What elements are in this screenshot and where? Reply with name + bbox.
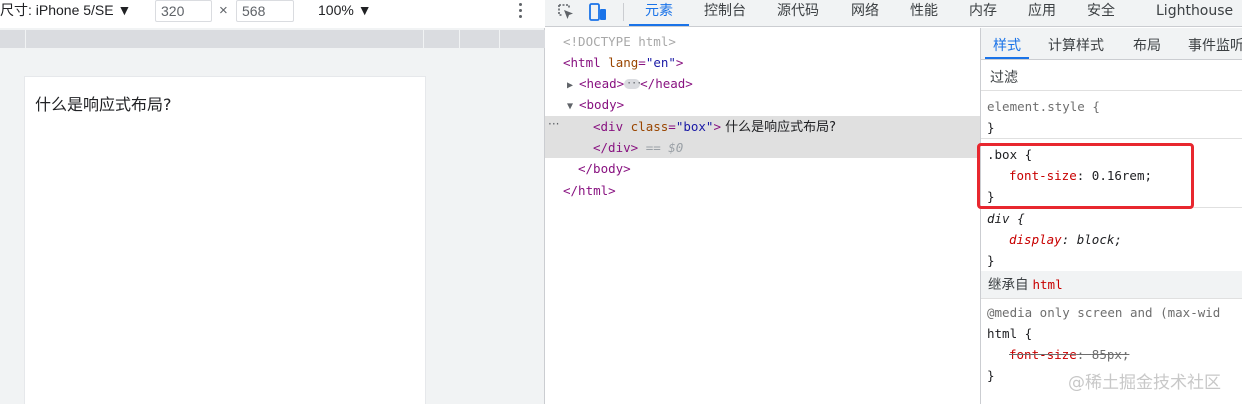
device-select[interactable]: 尺寸: iPhone 5/SE ▼: [0, 0, 131, 22]
subtab-styles[interactable]: 样式: [993, 35, 1021, 55]
rule-box[interactable]: .box { font-size: 0.16rem; }: [981, 144, 1242, 208]
emulated-viewport[interactable]: 什么是响应式布局?: [24, 76, 426, 404]
collapse-triangle-icon[interactable]: ▼: [567, 96, 579, 117]
dimension-separator: ×: [219, 2, 228, 19]
tab-divider: [623, 3, 624, 21]
ruler-segment[interactable]: [25, 30, 26, 48]
tab-performance[interactable]: 性能: [910, 0, 938, 26]
more-options-icon[interactable]: [513, 0, 527, 20]
tab-security[interactable]: 安全: [1087, 0, 1115, 26]
devtools-tab-bar: 元素 控制台 源代码 网络 性能 内存 应用 安全 Lighthouse: [545, 0, 1242, 27]
dom-node-div-box[interactable]: <div class="box"> 什么是响应式布局?: [545, 116, 980, 137]
tab-network[interactable]: 网络: [851, 0, 879, 26]
active-tab-indicator: [629, 24, 689, 26]
styles-sidebar: 样式 计算样式 布局 事件监听 过滤 element.style { } .bo…: [980, 28, 1242, 404]
ruler-segment[interactable]: [459, 30, 460, 48]
declaration-display[interactable]: display: block;: [981, 229, 1242, 250]
dom-node-head[interactable]: ▶<head></head>: [545, 73, 980, 94]
tab-memory[interactable]: 内存: [969, 0, 997, 26]
dom-node-html-close[interactable]: </html>: [545, 180, 980, 201]
dom-node-body-close[interactable]: </body>: [545, 158, 980, 179]
dom-node-body[interactable]: ▼ <body>: [545, 94, 980, 115]
height-input[interactable]: 568: [236, 0, 294, 22]
dom-node-doctype[interactable]: <!DOCTYPE html>: [545, 31, 980, 52]
subtab-layout[interactable]: 布局: [1133, 35, 1161, 55]
inherited-element-link[interactable]: html: [1033, 277, 1063, 292]
active-subtab-indicator: [985, 57, 1029, 59]
dom-node-div-close[interactable]: </div> == $0: [545, 137, 980, 158]
subtab-event-listeners[interactable]: 事件监听: [1188, 35, 1242, 55]
declaration-font-size[interactable]: font-size: 0.16rem;: [981, 165, 1242, 186]
zoom-select[interactable]: 100% ▼: [318, 0, 372, 20]
ruler-segment[interactable]: [499, 30, 500, 48]
ruler-segment[interactable]: [423, 30, 424, 48]
tab-lighthouse[interactable]: Lighthouse: [1156, 0, 1233, 26]
inherited-from-header: 继承自 html: [981, 271, 1242, 299]
tab-elements[interactable]: 元素: [645, 0, 673, 26]
inspect-element-icon[interactable]: [555, 1, 577, 23]
media-query-ruler[interactable]: [0, 30, 545, 48]
expand-triangle-icon[interactable]: ▶: [567, 75, 579, 96]
elements-tree: <!DOCTYPE html> <html lang="en"> ▶ <head>…: [545, 28, 980, 404]
declaration-overridden-font-size[interactable]: font-size: 85px;: [981, 344, 1242, 365]
device-toolbar: 尺寸: iPhone 5/SE ▼ 320 × 568 100% ▼: [0, 0, 545, 28]
rule-element-style[interactable]: element.style { }: [981, 96, 1242, 139]
device-emulation-pane: 尺寸: iPhone 5/SE ▼ 320 × 568 100% ▼ 什么是响应…: [0, 0, 545, 404]
dom-node-html[interactable]: <html lang="en">: [545, 52, 980, 73]
width-input[interactable]: 320: [155, 0, 212, 22]
subtab-computed[interactable]: 计算样式: [1048, 35, 1104, 55]
collapsed-children-icon[interactable]: [624, 73, 641, 94]
styles-sub-tabs: 样式 计算样式 布局 事件监听: [981, 28, 1242, 60]
device-toolbar-icon[interactable]: [587, 1, 609, 23]
styles-filter-input[interactable]: 过滤: [990, 67, 1018, 87]
watermark: @稀土掘金技术社区: [1068, 373, 1221, 393]
styles-filter-row: 过滤: [981, 61, 1242, 91]
node-actions-icon[interactable]: ···: [548, 117, 559, 131]
tab-sources[interactable]: 源代码: [777, 0, 819, 26]
box-text: 什么是响应式布局?: [35, 95, 172, 114]
tab-application[interactable]: 应用: [1028, 0, 1056, 26]
tab-console[interactable]: 控制台: [704, 0, 746, 26]
rule-div[interactable]: div { display: block; }: [981, 208, 1242, 272]
